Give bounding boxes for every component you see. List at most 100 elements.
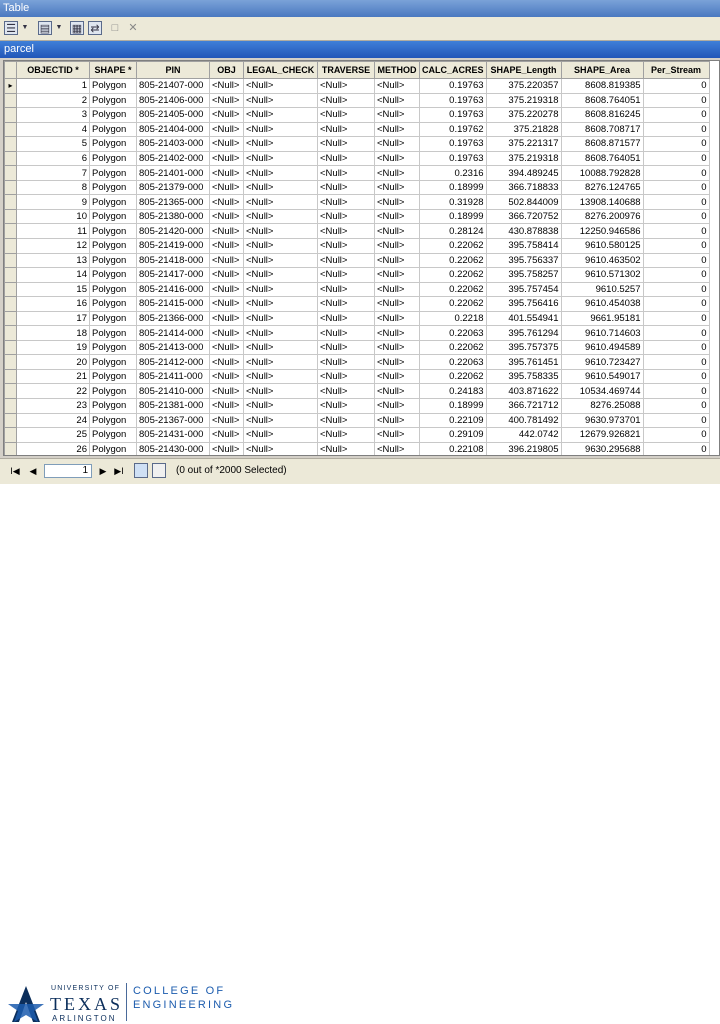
table-cell[interactable]: 0 [642, 136, 710, 152]
related-tables-icon[interactable]: ▤ [38, 21, 52, 35]
table-cell[interactable]: 0 [642, 238, 710, 254]
table-cell[interactable]: 805-21431-000 [136, 427, 210, 443]
table-cell[interactable]: 9610.723427 [560, 354, 644, 370]
table-cell[interactable]: <Null> [243, 383, 318, 400]
table-cell[interactable]: 0 [642, 208, 710, 225]
table-cell[interactable]: <Null> [243, 238, 318, 254]
table-cell[interactable]: 4 [16, 121, 90, 138]
table-cell[interactable]: Polygon [89, 238, 137, 254]
table-cell[interactable]: <Null> [317, 281, 375, 298]
table-cell[interactable]: Polygon [89, 398, 137, 414]
table-cell[interactable]: <Null> [374, 107, 420, 123]
table-cell[interactable]: 1 [16, 78, 90, 94]
table-cell[interactable]: 805-21414-000 [136, 325, 210, 341]
table-row[interactable]: 7 Polygon 805-21401-000 <Null> <Null> <Null> <… [4, 165, 710, 181]
row-selector[interactable] [4, 310, 17, 327]
table-cell[interactable]: <Null> [209, 194, 244, 210]
table-cell[interactable]: 0.19763 [419, 150, 487, 167]
row-selector[interactable] [4, 107, 17, 123]
table-cell[interactable]: Polygon [89, 441, 137, 455]
select-by-attributes-icon[interactable]: ▦ [70, 21, 84, 35]
table-cell[interactable]: <Null> [209, 78, 244, 94]
row-selector[interactable] [4, 398, 17, 414]
table-cell[interactable]: 502.844009 [485, 194, 562, 210]
table-cell[interactable]: <Null> [317, 412, 375, 429]
previous-record-button[interactable]: ◀ [26, 465, 40, 477]
row-selector[interactable] [4, 179, 17, 196]
table-cell[interactable]: 0.22063 [419, 354, 487, 370]
table-cell[interactable]: <Null> [317, 267, 375, 283]
table-cell[interactable]: 15 [16, 281, 90, 298]
table-cell[interactable]: 375.21828 [485, 121, 562, 138]
table-cell[interactable]: <Null> [317, 339, 375, 356]
table-cell[interactable]: 0 [642, 179, 710, 196]
table-cell[interactable]: 395.757454 [485, 281, 562, 298]
table-cell[interactable]: Polygon [89, 368, 137, 385]
table-cell[interactable]: <Null> [317, 92, 375, 109]
table-cell[interactable]: 805-21416-000 [136, 281, 210, 298]
table-cell[interactable]: <Null> [243, 92, 318, 109]
table-cell[interactable]: 0.19762 [419, 121, 487, 138]
table-cell[interactable]: <Null> [209, 441, 244, 455]
row-selector[interactable] [4, 412, 17, 429]
table-cell[interactable]: 8608.819385 [560, 78, 644, 94]
table-cell[interactable]: 0 [642, 267, 710, 283]
table-cell[interactable]: 0 [642, 165, 710, 181]
table-cell[interactable]: <Null> [374, 310, 420, 327]
show-selected-records-button[interactable] [152, 463, 166, 478]
table-cell[interactable]: 9630.295688 [560, 441, 644, 455]
row-selector[interactable] [4, 296, 17, 312]
table-row[interactable]: 23 Polygon 805-21381-000 <Null> <Null> <Null>… [4, 398, 710, 414]
table-cell[interactable]: 6 [16, 150, 90, 167]
column-header[interactable]: METHOD [374, 61, 420, 79]
table-cell[interactable]: <Null> [209, 238, 244, 254]
table-cell[interactable]: Polygon [89, 339, 137, 356]
table-cell[interactable]: <Null> [243, 398, 318, 414]
table-cell[interactable]: <Null> [209, 354, 244, 370]
table-cell[interactable]: <Null> [209, 223, 244, 240]
column-header[interactable]: PIN [136, 61, 210, 79]
table-row[interactable]: 19 Polygon 805-21413-000 <Null> <Null> <Null>… [4, 339, 710, 356]
table-cell[interactable]: 0 [642, 296, 710, 312]
row-selector[interactable] [4, 150, 17, 167]
table-cell[interactable]: Polygon [89, 150, 137, 167]
row-selector[interactable] [4, 441, 17, 455]
table-cell[interactable]: 0.19763 [419, 92, 487, 109]
table-cell[interactable]: 0 [642, 281, 710, 298]
table-cell[interactable]: <Null> [374, 339, 420, 356]
table-cell[interactable]: <Null> [243, 296, 318, 312]
table-cell[interactable]: <Null> [317, 383, 375, 400]
table-cell[interactable]: 395.756416 [485, 296, 562, 312]
table-row[interactable]: 20 Polygon 805-21412-000 <Null> <Null> <Null>… [4, 354, 710, 370]
table-cell[interactable]: 805-21417-000 [136, 267, 210, 283]
table-cell[interactable]: 0.19763 [419, 78, 487, 94]
table-cell[interactable]: 0 [642, 441, 710, 455]
table-cell[interactable]: 0 [642, 427, 710, 443]
row-selector[interactable] [4, 368, 17, 385]
table-cell[interactable]: <Null> [243, 78, 318, 94]
table-row[interactable]: 21 Polygon 805-21411-000 <Null> <Null> <Null>… [4, 368, 710, 385]
table-cell[interactable]: 0.22108 [419, 441, 487, 455]
table-cell[interactable]: Polygon [89, 78, 137, 94]
table-cell[interactable]: 805-21430-000 [136, 441, 210, 455]
table-cell[interactable]: <Null> [374, 121, 420, 138]
table-cell[interactable]: 14 [16, 267, 90, 283]
table-cell[interactable]: <Null> [209, 136, 244, 152]
table-cell[interactable]: 805-21405-000 [136, 107, 210, 123]
table-cell[interactable]: 5 [16, 136, 90, 152]
table-cell[interactable]: 366.718833 [485, 179, 562, 196]
table-cell[interactable]: <Null> [374, 150, 420, 167]
table-cell[interactable]: 805-21413-000 [136, 339, 210, 356]
table-cell[interactable]: 805-21379-000 [136, 179, 210, 196]
table-cell[interactable]: 0.19763 [419, 107, 487, 123]
current-record-input[interactable]: 1 [44, 464, 92, 478]
table-cell[interactable]: <Null> [243, 339, 318, 356]
table-cell[interactable]: <Null> [243, 368, 318, 385]
table-cell[interactable]: 9610.714603 [560, 325, 644, 341]
table-cell[interactable]: <Null> [209, 412, 244, 429]
show-all-records-button[interactable] [134, 463, 148, 478]
table-cell[interactable]: <Null> [374, 281, 420, 298]
column-header[interactable]: SHAPE_Length [485, 61, 562, 79]
table-cell[interactable]: Polygon [89, 325, 137, 341]
table-cell[interactable]: <Null> [243, 208, 318, 225]
